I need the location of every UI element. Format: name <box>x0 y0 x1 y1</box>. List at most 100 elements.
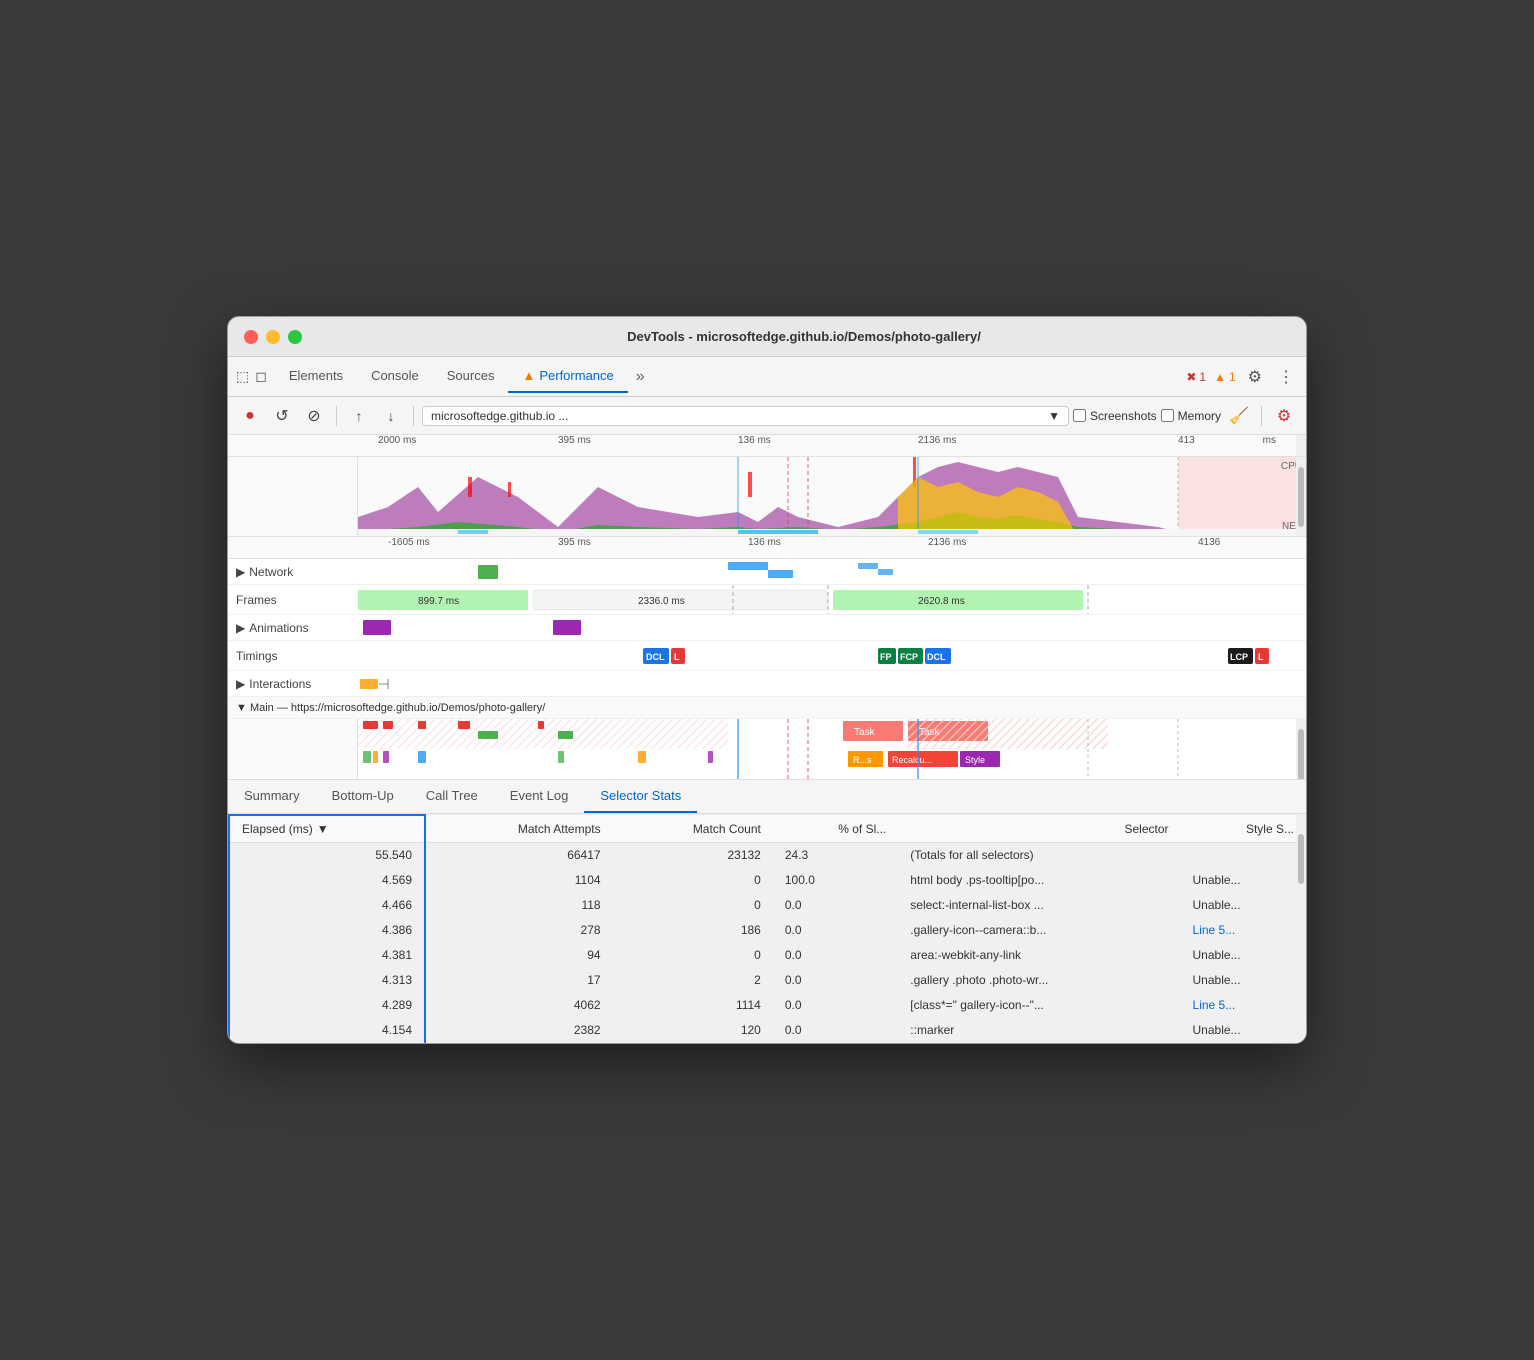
minimize-button[interactable] <box>266 330 280 344</box>
tab-bar: ⬚ ◻ Elements Console Sources ▲ Performan… <box>228 357 1306 397</box>
memory-checkbox[interactable] <box>1161 409 1174 422</box>
animations-row-label[interactable]: ▶ Animations <box>228 621 358 635</box>
clear-button[interactable]: ⊘ <box>300 402 328 430</box>
col-pct-header[interactable]: % of Sl... <box>773 815 898 843</box>
match-attempts-cell: 66417 <box>425 843 613 868</box>
match-attempts-cell: 94 <box>425 943 613 968</box>
elapsed-cell: 55.540 <box>229 843 425 868</box>
screenshots-checkbox[interactable] <box>1073 409 1086 422</box>
animations-expand-icon[interactable]: ▶ <box>236 621 245 635</box>
match-attempts-cell: 118 <box>425 893 613 918</box>
tab-performance[interactable]: ▲ Performance <box>508 360 627 393</box>
timings-row: Timings DCL L FP FCP DCL <box>228 641 1306 671</box>
svg-text:LCP: LCP <box>1230 652 1248 662</box>
col-elapsed-header[interactable]: Elapsed (ms) ▼ <box>229 815 425 843</box>
style-s-cell: Unable... <box>1181 893 1306 918</box>
selector-stats-table: Elapsed (ms) ▼ Match Attempts Match Coun… <box>228 814 1306 1043</box>
interactions-row-label[interactable]: ▶ Interactions <box>228 677 358 691</box>
selector-cell: ::marker <box>898 1018 1180 1043</box>
svg-text:FCP: FCP <box>900 652 918 662</box>
selector-cell: select:-internal-list-box ... <box>898 893 1180 918</box>
separator3 <box>1261 406 1262 426</box>
main-scroll-track[interactable] <box>1296 719 1306 779</box>
elapsed-cell: 4.386 <box>229 918 425 943</box>
match-count-cell: 0 <box>613 893 773 918</box>
time-marker-395a: 395 ms <box>558 435 591 446</box>
svg-text:L: L <box>1258 652 1264 662</box>
table-row: 4.386 278 186 0.0 .gallery-icon--camera:… <box>229 918 1306 943</box>
refresh-button[interactable]: ↺ <box>268 402 296 430</box>
table-row: 4.289 4062 1114 0.0 [class*=" gallery-ic… <box>229 993 1306 1018</box>
screenshots-checkbox-label[interactable]: Screenshots <box>1073 409 1157 423</box>
main-row-label[interactable]: ▼ Main — https://microsoftedge.github.io… <box>228 702 545 714</box>
svg-text:DCL: DCL <box>646 652 665 662</box>
table-row: 4.381 94 0 0.0 area:-webkit-any-link Una… <box>229 943 1306 968</box>
style-link[interactable]: Line 5... <box>1193 998 1236 1012</box>
network-row: ▶ Network <box>228 559 1306 585</box>
tab-sources[interactable]: Sources <box>433 360 509 393</box>
tab-console[interactable]: Console <box>357 360 433 393</box>
network-row-label[interactable]: ▶ Network <box>228 565 358 579</box>
interactions-row-content <box>358 671 1306 696</box>
broom-button[interactable]: 🧹 <box>1225 402 1253 430</box>
clear-icon: ⊘ <box>307 406 320 426</box>
selector-cell: area:-webkit-any-link <box>898 943 1180 968</box>
table-row: 4.313 17 2 0.0 .gallery .photo .photo-wr… <box>229 968 1306 993</box>
svg-text:Style: Style <box>965 755 985 765</box>
tab-summary[interactable]: Summary <box>228 780 316 813</box>
main-flame-chart: Task Task R...s Recalcu... Style <box>228 719 1306 779</box>
marker-n1605: -1605 ms <box>388 537 430 548</box>
tab-elements[interactable]: Elements <box>275 360 357 393</box>
pct-cell: 0.0 <box>773 893 898 918</box>
main-scroll-thumb[interactable] <box>1298 729 1304 779</box>
pct-cell: 0.0 <box>773 943 898 968</box>
frames-row-content: 899.7 ms 2336.0 ms 2620.8 ms <box>358 585 1306 614</box>
settings-icon[interactable]: ⚙ <box>1244 363 1266 391</box>
style-link[interactable]: Line 5... <box>1193 923 1236 937</box>
interactions-expand-icon[interactable]: ▶ <box>236 677 245 691</box>
more-options-icon[interactable]: ⋮ <box>1274 363 1298 391</box>
table-scroll-thumb[interactable] <box>1298 834 1304 884</box>
inspect-icon[interactable]: ◻ <box>255 368 267 385</box>
window-controls <box>244 330 302 344</box>
tab-call-tree[interactable]: Call Tree <box>410 780 494 813</box>
elapsed-cell: 4.289 <box>229 993 425 1018</box>
timings-row-label: Timings <box>228 649 358 663</box>
sort-asc-icon[interactable]: ▼ <box>317 822 329 836</box>
frames-row: Frames 899.7 ms 2336.0 ms 2620.8 ms <box>228 585 1306 615</box>
title-bar: DevTools - microsoftedge.github.io/Demos… <box>228 317 1306 357</box>
col-match-count-header[interactable]: Match Count <box>613 815 773 843</box>
pct-cell: 0.0 <box>773 918 898 943</box>
network-expand-icon[interactable]: ▶ <box>236 565 245 579</box>
elapsed-cell: 4.154 <box>229 1018 425 1043</box>
main-header-row: ▼ Main — https://microsoftedge.github.io… <box>228 697 1306 719</box>
animations-row: ▶ Animations <box>228 615 1306 641</box>
col-style-header[interactable]: Style S... <box>1181 815 1306 843</box>
match-attempts-cell: 1104 <box>425 868 613 893</box>
match-count-cell: 0 <box>613 943 773 968</box>
top-time-ruler: 2000 ms 395 ms 136 ms 2136 ms 413 ms <box>228 435 1306 457</box>
close-button[interactable] <box>244 330 258 344</box>
download-button[interactable]: ↓ <box>377 402 405 430</box>
perf-settings-button[interactable]: ⚙ <box>1270 402 1298 430</box>
record-button[interactable]: ● <box>236 402 264 430</box>
bottom-tabs: Summary Bottom-Up Call Tree Event Log Se… <box>228 780 1306 814</box>
timings-row-content: DCL L FP FCP DCL LCP <box>358 641 1306 670</box>
pct-cell: 100.0 <box>773 868 898 893</box>
tab-more-button[interactable]: » <box>628 364 653 390</box>
tab-bottom-up[interactable]: Bottom-Up <box>316 780 410 813</box>
tab-event-log[interactable]: Event Log <box>494 780 585 813</box>
tab-selector-stats[interactable]: Selector Stats <box>584 780 697 813</box>
url-display[interactable]: microsoftedge.github.io ... ▼ <box>422 406 1069 426</box>
memory-checkbox-label[interactable]: Memory <box>1161 409 1221 423</box>
selector-cell: .gallery .photo .photo-wr... <box>898 968 1180 993</box>
upload-button[interactable]: ↑ <box>345 402 373 430</box>
maximize-button[interactable] <box>288 330 302 344</box>
col-match-attempts-header[interactable]: Match Attempts <box>425 815 613 843</box>
cursor-icon[interactable]: ⬚ <box>236 368 249 385</box>
table-scroll-track[interactable] <box>1296 814 1306 1043</box>
marker-395b: 395 ms <box>558 537 591 548</box>
warning-icon: ▲ <box>1214 370 1226 384</box>
selector-cell: .gallery-icon--camera::b... <box>898 918 1180 943</box>
col-selector-header[interactable]: Selector <box>898 815 1180 843</box>
